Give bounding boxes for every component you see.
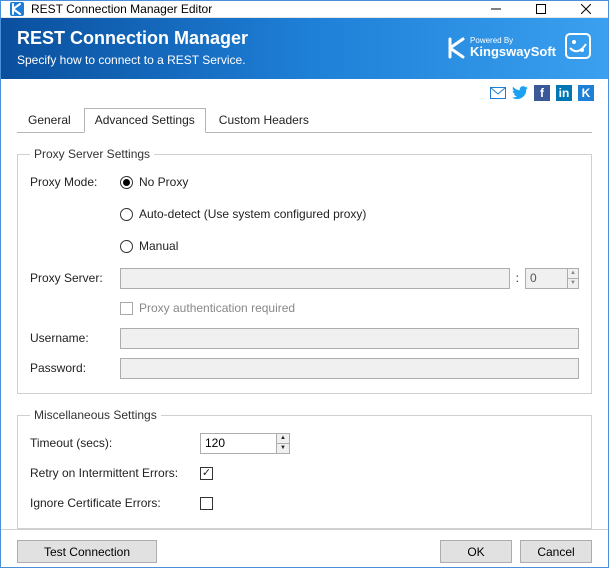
twitter-icon[interactable] <box>512 85 528 101</box>
proxy-server-label: Proxy Server: <box>30 271 120 285</box>
radio-icon <box>120 240 133 253</box>
proxy-server-input[interactable] <box>120 268 510 289</box>
titlebar: REST Connection Manager Editor <box>1 1 608 18</box>
username-label: Username: <box>30 331 120 345</box>
content-area: General Advanced Settings Custom Headers… <box>1 101 608 529</box>
port-separator: : <box>510 271 525 285</box>
retry-label: Retry on Intermittent Errors: <box>30 466 200 480</box>
test-connection-button[interactable]: Test Connection <box>17 540 157 563</box>
proxy-auth-checkbox[interactable] <box>120 302 133 315</box>
proxy-mode-none-label: No Proxy <box>139 175 188 189</box>
footer: Test Connection OK Cancel <box>1 529 608 568</box>
tab-custom-headers[interactable]: Custom Headers <box>208 108 320 133</box>
ok-button[interactable]: OK <box>440 540 512 563</box>
window-controls <box>473 1 608 17</box>
spinner-buttons[interactable]: ▲▼ <box>276 434 289 453</box>
brand-area: Powered By KingswaySoft <box>448 32 592 63</box>
password-input[interactable] <box>120 358 579 379</box>
tab-strip: General Advanced Settings Custom Headers <box>17 107 592 133</box>
proxy-port-value <box>526 269 567 288</box>
window-title: REST Connection Manager Editor <box>31 2 473 16</box>
radio-icon <box>120 208 133 221</box>
proxy-mode-manual-label: Manual <box>139 239 178 253</box>
brand-name: KingswaySoft <box>470 45 556 58</box>
ignore-cert-label: Ignore Certificate Errors: <box>30 496 200 510</box>
proxy-settings-group: Proxy Server Settings Proxy Mode: No Pro… <box>17 147 592 394</box>
header-banner: REST Connection Manager Specify how to c… <box>1 18 608 79</box>
facebook-icon[interactable]: f <box>534 85 550 101</box>
linkedin-icon[interactable]: in <box>556 85 572 101</box>
app-icon <box>9 1 25 17</box>
spinner-buttons[interactable]: ▲▼ <box>567 269 578 288</box>
header-subtitle: Specify how to connect to a REST Service… <box>17 53 248 67</box>
close-button[interactable] <box>563 1 608 17</box>
username-input[interactable] <box>120 328 579 349</box>
window-frame: REST Connection Manager Editor REST Conn… <box>0 0 609 568</box>
cancel-button[interactable]: Cancel <box>520 540 592 563</box>
ignore-cert-checkbox[interactable] <box>200 497 213 510</box>
password-label: Password: <box>30 361 120 375</box>
timeout-label: Timeout (secs): <box>30 436 200 450</box>
brand-logo: Powered By KingswaySoft <box>448 37 556 59</box>
proxy-mode-auto-label: Auto-detect (Use system configured proxy… <box>139 207 366 221</box>
proxy-mode-none-option[interactable]: No Proxy <box>120 175 188 189</box>
social-row: f in K <box>1 79 608 101</box>
tab-general[interactable]: General <box>17 108 82 133</box>
misc-legend: Miscellaneous Settings <box>30 408 161 422</box>
timeout-value[interactable] <box>201 434 276 453</box>
proxy-auth-label: Proxy authentication required <box>139 301 295 315</box>
proxy-mode-label: Proxy Mode: <box>30 175 120 189</box>
mail-icon[interactable] <box>490 85 506 101</box>
misc-settings-group: Miscellaneous Settings Timeout (secs): ▲… <box>17 408 592 529</box>
timeout-input[interactable]: ▲▼ <box>200 433 290 454</box>
retry-checkbox[interactable] <box>200 467 213 480</box>
proxy-mode-manual-option[interactable]: Manual <box>120 239 178 253</box>
proxy-mode-auto-option[interactable]: Auto-detect (Use system configured proxy… <box>120 207 366 221</box>
tab-advanced-settings[interactable]: Advanced Settings <box>84 108 206 133</box>
radio-icon <box>120 176 133 189</box>
header-title: REST Connection Manager <box>17 28 248 49</box>
k-icon[interactable]: K <box>578 85 594 101</box>
proxy-port-input[interactable]: ▲▼ <box>525 268 579 289</box>
maximize-button[interactable] <box>518 1 563 17</box>
product-icon <box>564 32 592 63</box>
minimize-button[interactable] <box>473 1 518 17</box>
proxy-legend: Proxy Server Settings <box>30 147 154 161</box>
